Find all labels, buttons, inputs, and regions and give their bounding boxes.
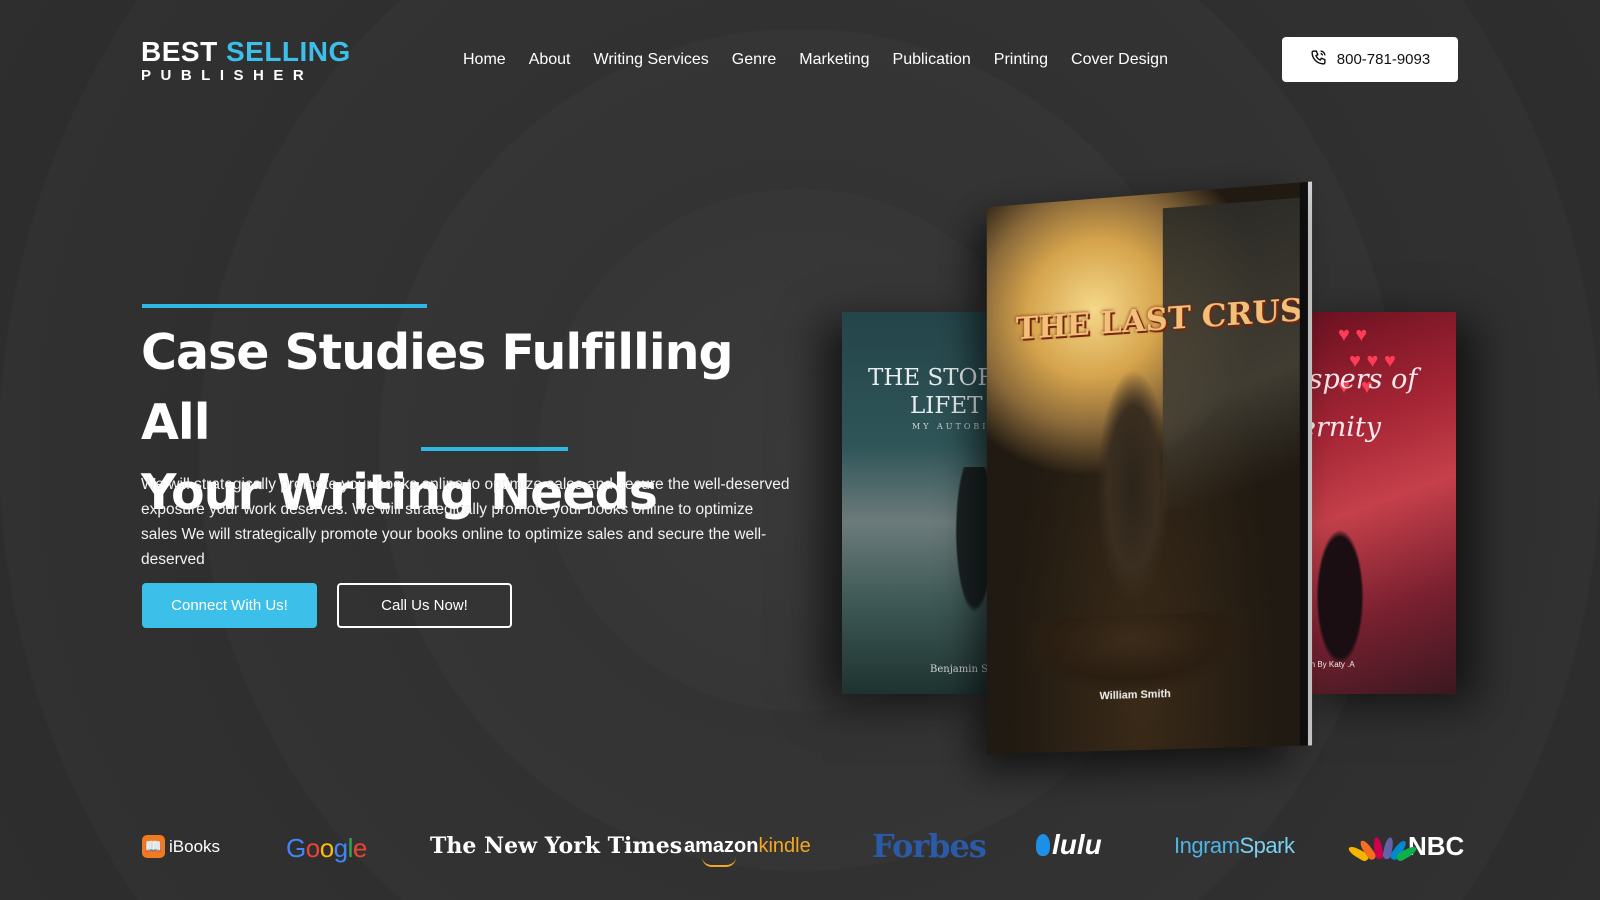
book-cover-left: THE STOR LIFET MY AUTOBIO Benjamin S xyxy=(842,312,992,694)
rock-illustration xyxy=(1016,611,1253,699)
call-button[interactable]: Call Us Now! xyxy=(337,583,512,628)
couple-illustration xyxy=(1310,512,1370,682)
nav-cover-design[interactable]: Cover Design xyxy=(1071,49,1168,71)
book-main-author: William Smith xyxy=(1100,688,1171,702)
nbc-logo: NBC xyxy=(1362,831,1464,862)
book-right-title: ispers of ernity xyxy=(1300,356,1417,452)
nav-writing-services[interactable]: Writing Services xyxy=(594,49,709,71)
nav-marketing[interactable]: Marketing xyxy=(799,49,869,71)
lulu-drop-icon xyxy=(1036,834,1050,856)
book-icon: 📖 xyxy=(142,835,165,858)
amazon-smile-icon xyxy=(702,857,736,867)
peacock-icon xyxy=(1362,835,1402,859)
google-logo: Google xyxy=(286,833,367,864)
phone-button[interactable]: 800-781-9093 xyxy=(1282,37,1458,82)
site-logo[interactable]: BEST SELLING PUBLISHER xyxy=(141,38,321,86)
hero-title-line1: Case Studies Fulfilling All xyxy=(141,324,733,451)
nav-home[interactable]: Home xyxy=(463,49,506,71)
book-left-title: THE STOR LIFET xyxy=(868,364,992,420)
hero-description: We will strategically promote your books… xyxy=(141,472,791,572)
nav-about[interactable]: About xyxy=(529,49,571,71)
book-cover-main: THE LAST CRUSADER William Smith xyxy=(987,182,1300,754)
nav-genre[interactable]: Genre xyxy=(732,49,776,71)
partner-logos: 📖 iBooks Google The New York Times amazo… xyxy=(0,825,1600,875)
nyt-logo: The New York Times xyxy=(430,833,682,859)
phone-icon xyxy=(1310,49,1327,70)
title-underline xyxy=(421,447,568,451)
phone-number: 800-781-9093 xyxy=(1337,51,1430,68)
main-nav: Home About Writing Services Genre Market… xyxy=(463,49,1168,71)
book-left-author: Benjamin S xyxy=(930,664,988,675)
nav-publication[interactable]: Publication xyxy=(893,49,971,71)
book-right-author: ten By Katy .A xyxy=(1304,660,1355,669)
book-left-subtitle: MY AUTOBIO xyxy=(912,422,992,431)
ingramspark-logo: IngramSpark xyxy=(1174,833,1294,859)
ibooks-logo: 📖 iBooks xyxy=(142,835,220,858)
logo-word-selling: SELLING xyxy=(226,36,351,67)
logo-word-best: BEST xyxy=(141,36,218,67)
logo-word-publisher: PUBLISHER xyxy=(141,67,321,85)
forbes-logo: Forbes xyxy=(872,827,986,865)
flag-illustration xyxy=(1163,197,1300,509)
warrior-illustration xyxy=(1089,368,1178,632)
title-accent-bar xyxy=(142,304,427,308)
nav-printing[interactable]: Printing xyxy=(994,49,1048,71)
connect-button[interactable]: Connect With Us! xyxy=(142,583,317,628)
lulu-logo: lulu xyxy=(1036,829,1102,861)
book-cover-right: ♥ ♥ ♥ ♥ ♥ ♥ ♥ ispers of ernity ten By Katy… xyxy=(1298,312,1456,694)
amazon-kindle-logo: amazonkindle xyxy=(684,835,811,858)
